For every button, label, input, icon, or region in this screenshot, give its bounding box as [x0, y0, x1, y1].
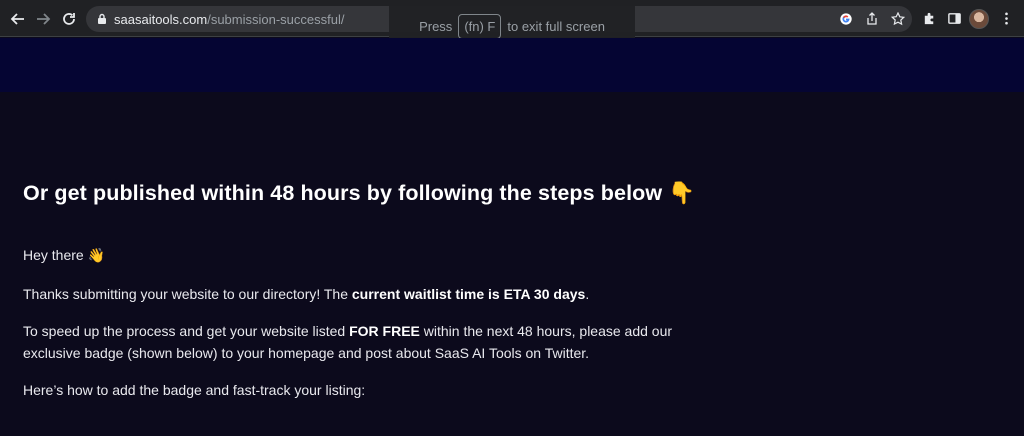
forward-arrow-icon[interactable]: [32, 8, 54, 30]
profile-avatar[interactable]: [969, 9, 989, 29]
google-icon[interactable]: [838, 11, 854, 27]
waitlist-eta-bold: current waitlist time is ETA 30 days: [351, 286, 586, 302]
howto-text: Here’s how to add the badge and fast-tra…: [23, 382, 366, 398]
lock-icon[interactable]: [96, 13, 108, 25]
puzzle-icon[interactable]: [920, 9, 938, 27]
speed-up-suffix: within the next 48 hours, please add our: [419, 323, 673, 339]
toast-text-after: to exit full screen: [507, 18, 605, 34]
speed-up-paragraph: To speed up the process and get your web…: [23, 320, 672, 364]
kebab-menu-icon[interactable]: [997, 9, 1015, 27]
url-domain: saasaitools.com: [114, 12, 208, 27]
star-icon[interactable]: [890, 11, 906, 27]
waitlist-text-suffix: .: [585, 286, 590, 302]
url-path: /submission-successful/: [207, 12, 345, 27]
speed-up-line-1: To speed up the process and get your web…: [23, 320, 672, 342]
site-header-band: [0, 38, 1024, 92]
toast-text-before: Press: [419, 18, 453, 34]
page-heading: Or get published within 48 hours by foll…: [23, 181, 696, 205]
for-free-bold: FOR FREE: [349, 323, 420, 339]
url-text[interactable]: saasaitools.com/submission-successful/: [114, 12, 345, 27]
side-panel-icon[interactable]: [945, 9, 963, 27]
speed-up-line-2: exclusive badge (shown below) to your ho…: [23, 345, 590, 361]
waitlist-paragraph: Thanks submitting your website to our di…: [23, 283, 589, 305]
reload-icon[interactable]: [58, 8, 80, 30]
greeting-text: Hey there 👋: [23, 247, 106, 263]
speed-up-prefix: To speed up the process and get your web…: [23, 323, 350, 339]
back-arrow-icon[interactable]: [7, 8, 29, 30]
share-icon[interactable]: [864, 11, 880, 27]
waitlist-text-prefix: Thanks submitting your website to our di…: [23, 286, 352, 302]
toast-key: (fn) F: [458, 13, 502, 39]
